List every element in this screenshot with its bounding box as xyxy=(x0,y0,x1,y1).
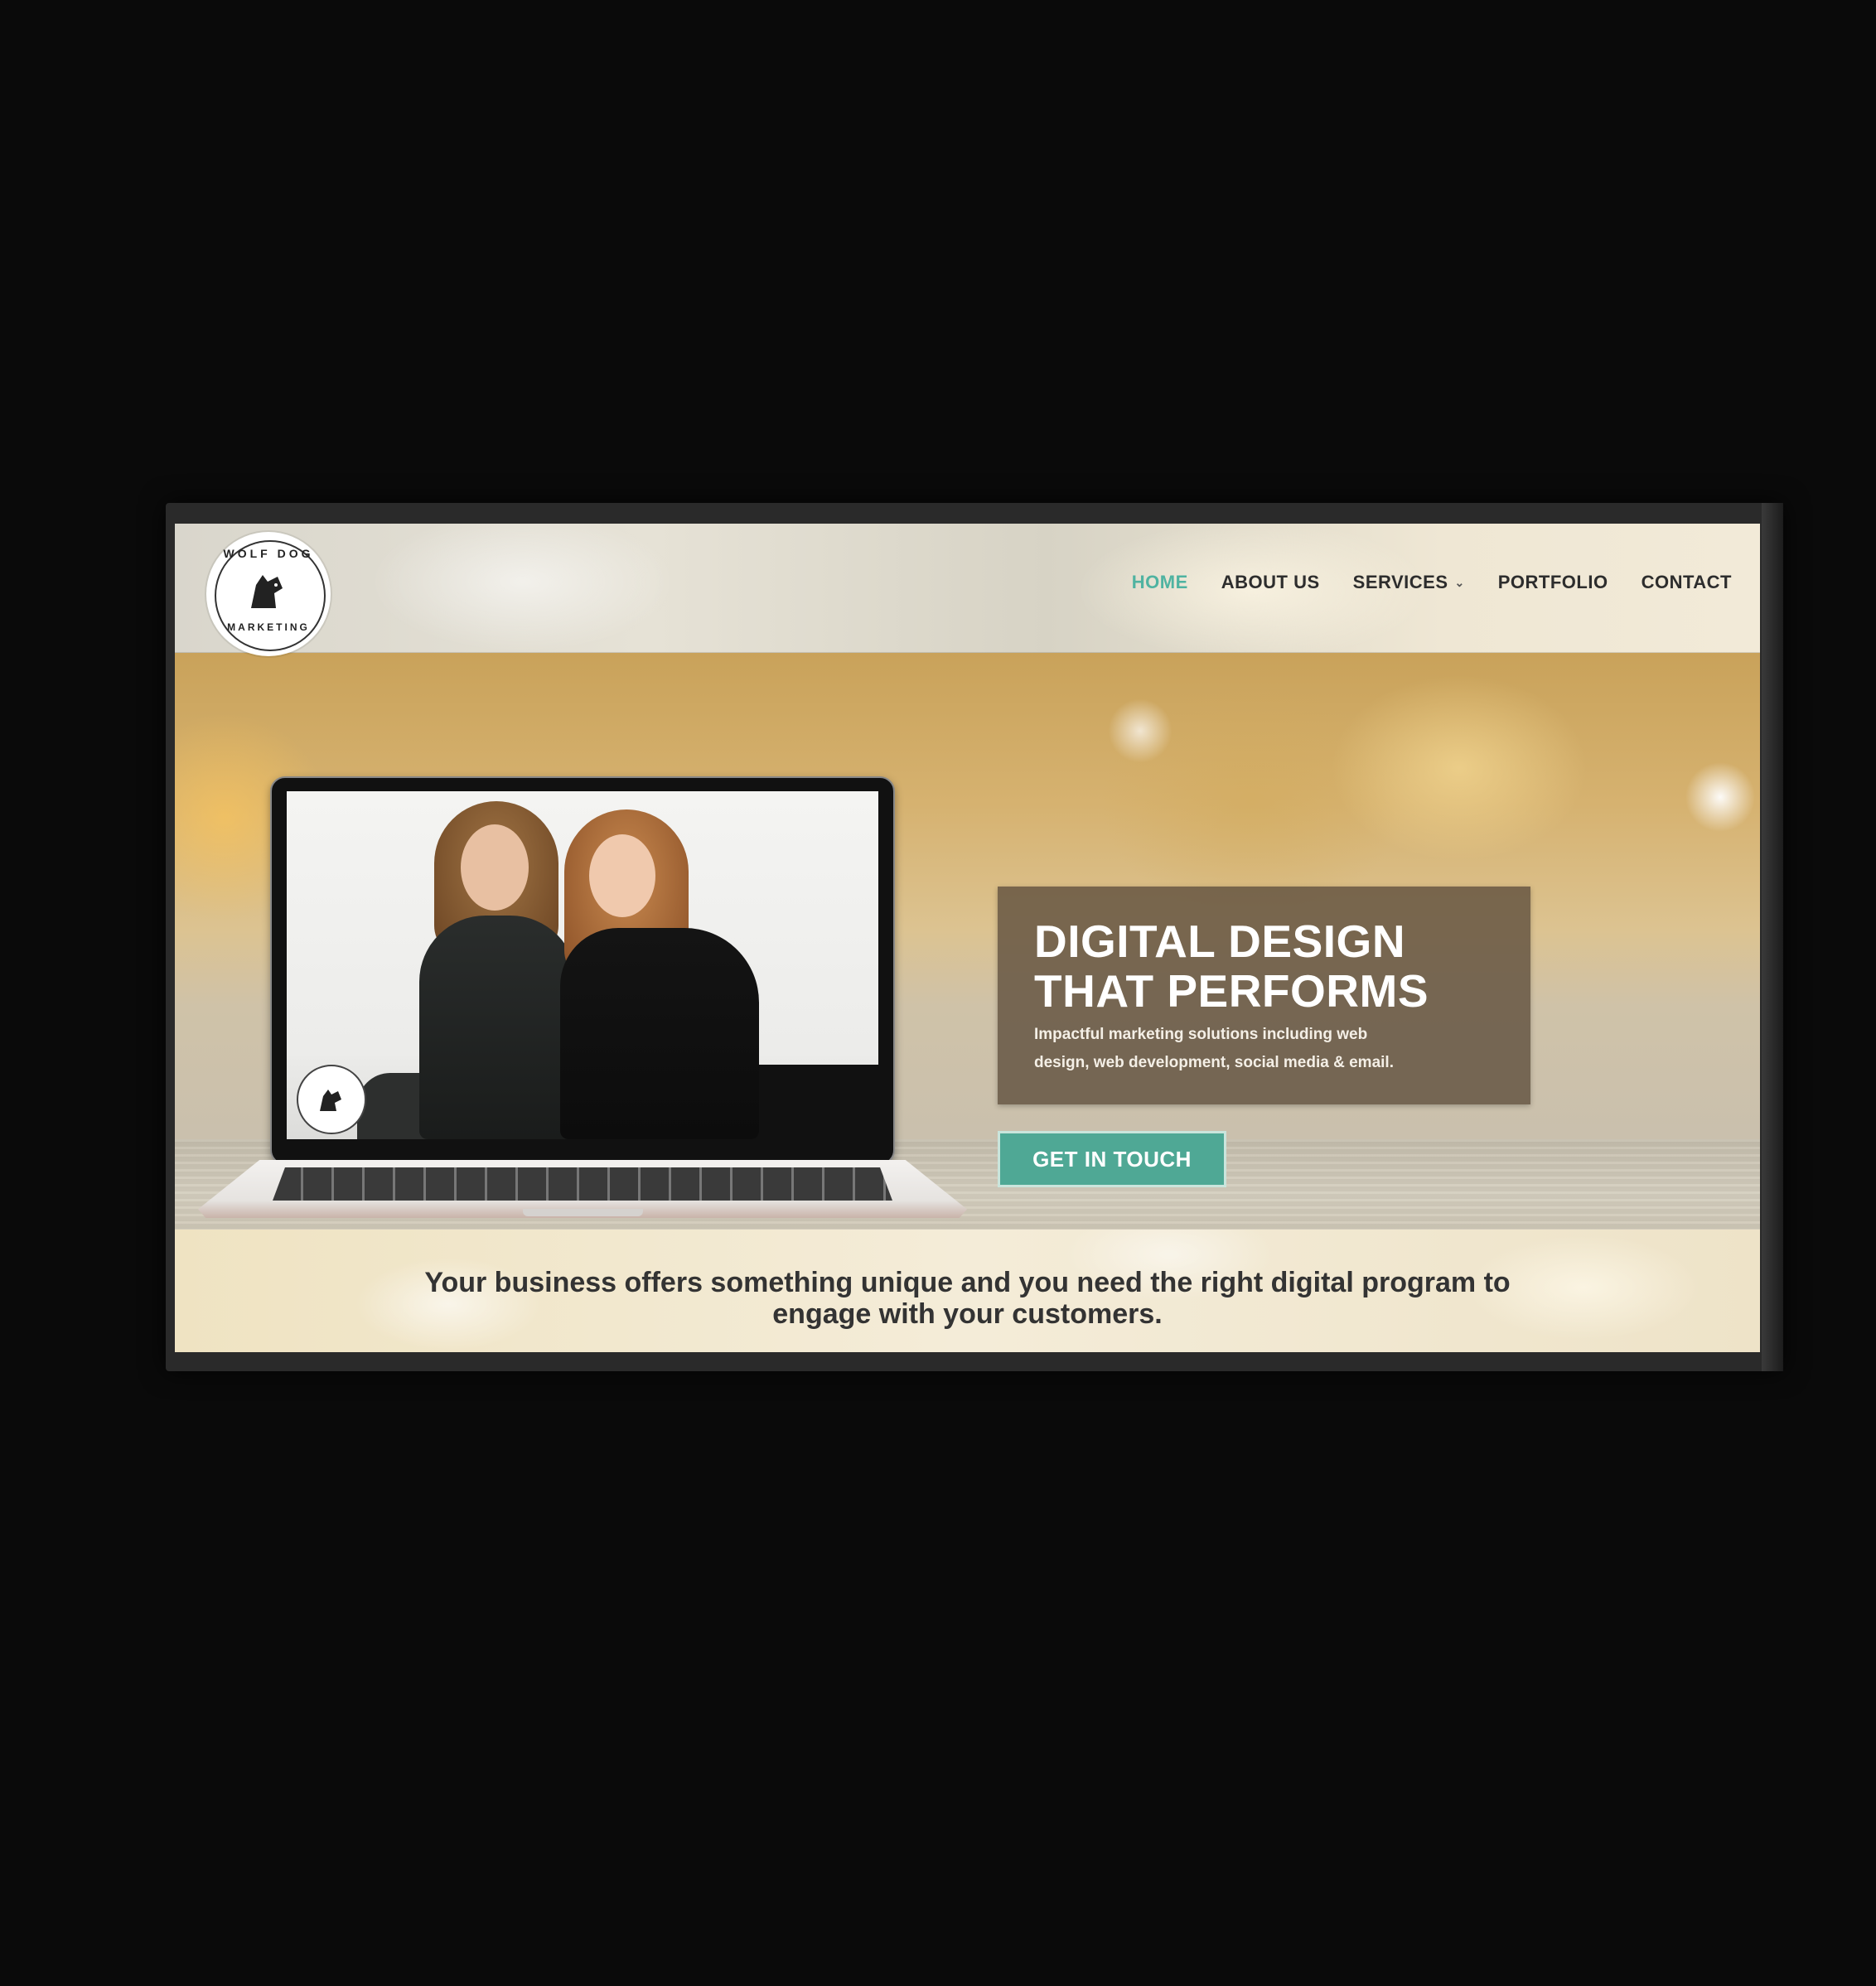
person-a-dress xyxy=(419,916,577,1139)
hero-headline: DIGITAL DESIGN THAT PERFORMS xyxy=(1034,916,1515,1016)
nav-item-label: CONTACT xyxy=(1641,572,1732,592)
hero-headline-line1: DIGITAL DESIGN xyxy=(1034,916,1406,967)
laptop-notch xyxy=(523,1209,643,1216)
person-b-face xyxy=(589,834,655,917)
site-header: WOLF DOG MARKETING HOME ABOUT US SERVICE… xyxy=(175,524,1760,656)
intro-text: Your business offers something unique an… xyxy=(307,1267,1627,1330)
logo-text-bottom: MARKETING xyxy=(227,621,310,633)
chevron-down-icon: ⌄ xyxy=(1454,575,1465,589)
main-nav: HOME ABOUT US SERVICES ⌄ PORTFOLIO CONTA… xyxy=(1132,572,1732,593)
nav-item-label: PORTFOLIO xyxy=(1497,572,1608,592)
logo-text-top: WOLF DOG xyxy=(223,547,314,560)
nav-item-about-us[interactable]: ABOUT US xyxy=(1221,572,1320,593)
hero-subhead-line1: Impactful marketing solutions including … xyxy=(1034,1026,1368,1043)
nav-item-portfolio[interactable]: PORTFOLIO xyxy=(1498,572,1608,593)
nav-item-services[interactable]: SERVICES ⌄ xyxy=(1353,572,1465,593)
hero-headline-line2: THAT PERFORMS xyxy=(1034,965,1429,1017)
laptop-logo-badge xyxy=(297,1065,366,1134)
nav-item-label: HOME xyxy=(1131,572,1188,592)
intro-section: Your business offers something unique an… xyxy=(175,1230,1760,1352)
laptop-display-photo xyxy=(287,791,878,1139)
nav-item-label: ABOUT US xyxy=(1221,572,1320,592)
wolf-dog-icon xyxy=(251,575,283,608)
site-logo[interactable]: WOLF DOG MARKETING xyxy=(206,532,331,656)
person-b-outfit xyxy=(560,928,759,1139)
monitor-edge xyxy=(1762,503,1783,1371)
nav-item-home[interactable]: HOME xyxy=(1132,572,1188,593)
hero-subhead-line2: design, web development, social media & … xyxy=(1034,1054,1394,1071)
wolf-dog-icon xyxy=(320,1090,341,1111)
intro-line2: engage with your customers. xyxy=(772,1298,1163,1330)
hero-subhead: Impactful marketing solutions including … xyxy=(1034,1021,1498,1077)
laptop-screen xyxy=(270,776,895,1165)
intro-line1: Your business offers something unique an… xyxy=(424,1267,1511,1298)
get-in-touch-button[interactable]: GET IN TOUCH xyxy=(998,1131,1226,1187)
headline-box: DIGITAL DESIGN THAT PERFORMS Impactful m… xyxy=(998,887,1530,1104)
laptop-keyboard xyxy=(273,1167,892,1201)
hero-section: DIGITAL DESIGN THAT PERFORMS Impactful m… xyxy=(175,652,1760,1320)
person-a-face xyxy=(461,824,529,911)
nav-item-contact[interactable]: CONTACT xyxy=(1642,572,1732,593)
nav-item-label: SERVICES xyxy=(1352,572,1448,592)
website-screen: DIGITAL DESIGN THAT PERFORMS Impactful m… xyxy=(175,524,1760,1352)
